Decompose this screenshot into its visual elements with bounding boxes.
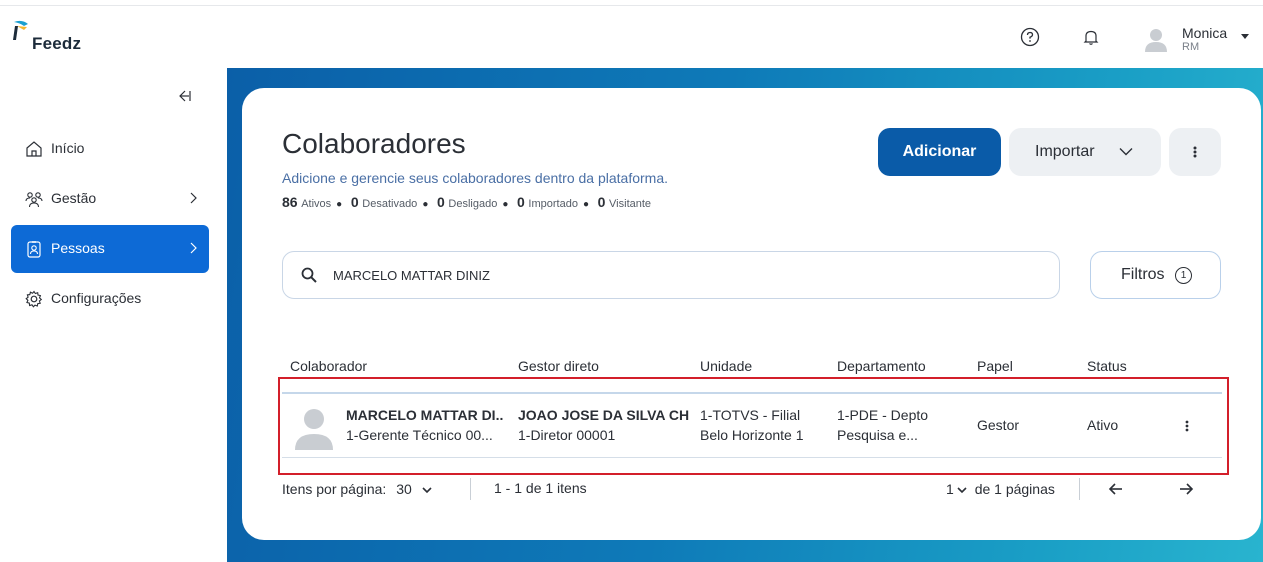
previous-page-icon[interactable] xyxy=(1108,481,1124,497)
column-header-papel[interactable]: Papel xyxy=(977,358,1013,374)
search-box[interactable] xyxy=(282,251,1060,299)
bell-icon[interactable] xyxy=(1081,27,1101,47)
page-subtitle: Adicione e gerencie seus colaboradores d… xyxy=(282,170,669,186)
status-value: Ativo xyxy=(1087,417,1119,433)
manager-position: 1-Diretor 00001 xyxy=(518,427,616,443)
gear-icon xyxy=(25,290,43,308)
help-icon[interactable] xyxy=(1020,27,1040,47)
department-line2: Pesquisa e... xyxy=(837,427,918,443)
manager-name: JOAO JOSE DA SILVA CH... xyxy=(518,407,690,423)
table-header-divider xyxy=(282,392,1222,394)
top-border xyxy=(0,0,1263,6)
people-group-icon xyxy=(25,192,43,208)
collapse-sidebar-icon[interactable] xyxy=(176,88,192,104)
stat-count: 86 xyxy=(282,194,298,210)
add-button[interactable]: Adicionar xyxy=(878,128,1001,176)
divider xyxy=(470,478,471,500)
stat-label: Visitante xyxy=(609,198,652,210)
sidebar-item-configuracoes[interactable]: Configurações xyxy=(11,275,209,323)
search-input[interactable] xyxy=(333,264,1033,286)
user-initials: RM xyxy=(1182,41,1200,53)
status-counts: 86 Ativos ● 0 Desativado ● 0 Desligado ● 0 … xyxy=(282,194,652,210)
items-per-page-label: Itens por página: xyxy=(282,481,387,497)
divider xyxy=(1079,478,1080,500)
stat-label: Desligado xyxy=(448,198,498,210)
chevron-down-icon xyxy=(1119,148,1133,156)
page-title: Colaboradores xyxy=(282,128,466,159)
items-per-page[interactable]: Itens por página: 30 xyxy=(282,481,432,497)
stat-count: 0 xyxy=(517,194,525,210)
chevron-right-icon xyxy=(190,192,197,204)
user-name: Monica xyxy=(1182,25,1228,41)
filters-count-badge: 1 xyxy=(1175,267,1192,284)
unit-line1: 1-TOTVS - Filial xyxy=(700,407,801,423)
range-text: 1 - 1 de 1 itens xyxy=(494,480,587,496)
sidebar-item-label: Pessoas xyxy=(51,240,105,256)
user-menu[interactable]: Monica RM xyxy=(1143,24,1253,56)
sidebar-item-inicio[interactable]: Início xyxy=(11,125,209,173)
more-options-button[interactable] xyxy=(1169,128,1221,176)
stat-label: Ativos xyxy=(301,198,332,210)
avatar-placeholder-icon xyxy=(295,409,333,450)
chevron-down-icon xyxy=(957,487,967,493)
stat-count: 0 xyxy=(436,194,445,210)
id-badge-icon xyxy=(27,241,41,258)
sidebar-item-gestao[interactable]: Gestão xyxy=(11,175,209,223)
filters-button[interactable]: Filtros 1 xyxy=(1090,251,1221,299)
column-header-unidade[interactable]: Unidade xyxy=(700,358,752,374)
stat-count: 0 xyxy=(350,194,359,210)
brand-name: Feedz xyxy=(32,34,82,53)
unit-line2: Belo Horizonte 1 xyxy=(700,427,804,443)
next-page-icon[interactable] xyxy=(1178,481,1194,497)
home-icon xyxy=(26,141,42,157)
column-header-gestor[interactable]: Gestor direto xyxy=(518,358,599,374)
search-icon xyxy=(301,267,317,283)
stat-label: Desativado xyxy=(362,198,418,210)
employee-position: 1-Gerente Técnico 00... xyxy=(346,427,493,443)
content-card: Colaboradores Adicione e gerencie seus c… xyxy=(242,88,1261,540)
column-header-colaborador[interactable]: Colaborador xyxy=(290,358,367,374)
import-button-label: Importar xyxy=(1035,143,1095,160)
sidebar-item-label: Configurações xyxy=(51,290,142,306)
column-header-departamento[interactable]: Departamento xyxy=(837,358,926,374)
role-value: Gestor xyxy=(977,417,1020,433)
user-avatar-icon xyxy=(1145,29,1167,52)
row-divider xyxy=(282,457,1222,458)
sidebar-item-label: Início xyxy=(51,140,85,156)
pages-text: de 1 páginas xyxy=(974,481,1055,497)
items-per-page-value: 30 xyxy=(396,481,412,497)
page-selector[interactable]: 1 de 1 páginas xyxy=(946,481,1055,497)
import-button[interactable]: Importar xyxy=(1009,128,1161,176)
stat-count: 0 xyxy=(597,194,606,210)
chevron-down-icon xyxy=(422,487,432,493)
column-header-status[interactable]: Status xyxy=(1087,358,1127,374)
chevron-right-icon xyxy=(190,242,197,254)
chevron-down-icon xyxy=(1241,34,1249,39)
feedz-bird-icon xyxy=(13,20,28,40)
sidebar-item-pessoas[interactable]: Pessoas xyxy=(11,225,209,273)
stat-label: Importado xyxy=(528,198,578,210)
feedz-logo[interactable]: Feedz xyxy=(12,20,82,56)
employee-name[interactable]: MARCELO MATTAR DI... xyxy=(346,407,504,423)
sidebar: Início Gestão Pessoas Configurações xyxy=(0,68,227,562)
department-line1: 1-PDE - Depto xyxy=(837,407,929,423)
kebab-menu-icon xyxy=(1193,146,1197,158)
row-actions-kebab-icon[interactable] xyxy=(1177,416,1197,436)
current-page: 1 xyxy=(946,481,954,497)
sidebar-item-label: Gestão xyxy=(51,190,97,206)
filters-button-label: Filtros xyxy=(1121,266,1165,283)
